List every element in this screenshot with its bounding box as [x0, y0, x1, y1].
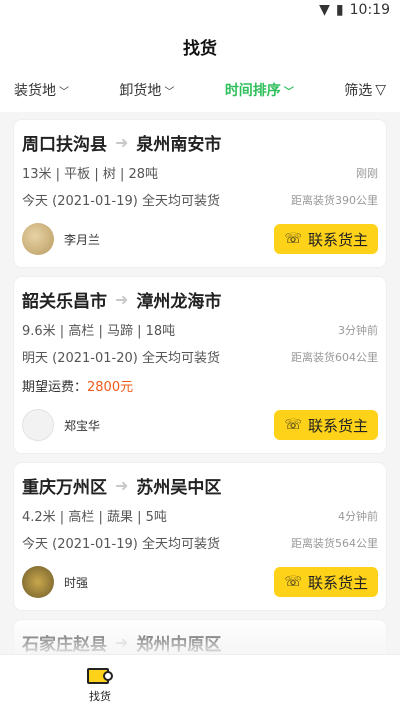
arrow-right-icon: ➜: [115, 133, 129, 152]
loading-date: 今天 (2021-01-19) 全天均可装货: [22, 194, 220, 209]
filter-loading-place[interactable]: 装货地 ﹀: [14, 80, 69, 100]
filter-bar: 装货地 ﹀ 卸货地 ﹀ 时间排序 ﹀ 筛选 ▽: [0, 68, 400, 112]
phone-icon: ☏: [284, 574, 302, 590]
find-goods-icon: [87, 664, 113, 686]
cargo-card[interactable]: 重庆万州区 ➜ 苏州吴中区 4.2米 | 高栏 | 蔬果 | 5吨 4分钟前 今…: [14, 463, 386, 610]
cargo-specs: 13米 | 平板 | 树 | 28吨: [22, 167, 159, 182]
filter-unloading-place[interactable]: 卸货地 ﹀: [119, 80, 174, 100]
destination: 漳州龙海市: [136, 292, 222, 312]
expected-freight: 期望运费：2800元: [22, 376, 378, 395]
loading-date: 今天 (2021-01-19) 全天均可装货: [22, 537, 220, 552]
time-ago: 4分钟前: [338, 509, 378, 523]
arrow-right-icon: ➜: [115, 476, 129, 495]
origin: 韶关乐昌市: [22, 292, 107, 312]
avatar: [22, 566, 54, 598]
distance: 距离装货564公里: [291, 536, 378, 550]
chevron-down-icon: ﹀: [59, 86, 69, 98]
arrow-right-icon: ➜: [115, 290, 129, 309]
avatar: [22, 409, 54, 441]
status-time: 10:19: [349, 2, 390, 18]
origin: 周口扶沟县: [22, 135, 107, 155]
distance: 距离装货604公里: [291, 350, 378, 364]
filter-screen[interactable]: 筛选 ▽: [344, 80, 386, 100]
route: 周口扶沟县 ➜ 泉州南安市: [22, 130, 378, 155]
contact-owner-button[interactable]: ☏ 联系货主: [274, 567, 378, 597]
tab-label: 找货: [89, 689, 111, 703]
cargo-specs: 9.6米 | 高栏 | 马蹄 | 18吨: [22, 324, 176, 339]
cargo-card[interactable]: 韶关乐昌市 ➜ 漳州龙海市 9.6米 | 高栏 | 马蹄 | 18吨 3分钟前 …: [14, 277, 386, 453]
phone-icon: ☏: [284, 231, 302, 247]
contact-owner-button[interactable]: ☏ 联系货主: [274, 410, 378, 440]
price-value: 2800元: [87, 380, 134, 395]
route: 重庆万州区 ➜ 苏州吴中区: [22, 473, 378, 498]
origin: 石家庄赵县: [22, 635, 107, 655]
arrow-right-icon: ➜: [115, 633, 129, 652]
tab-find-goods[interactable]: 找货: [60, 664, 140, 704]
avatar: [22, 223, 54, 255]
destination: 郑州中原区: [136, 635, 222, 655]
owner-name: 时强: [64, 575, 89, 590]
phone-icon: ☏: [284, 417, 302, 433]
route: 石家庄赵县 ➜ 郑州中原区: [22, 630, 378, 655]
contact-owner-button[interactable]: ☏ 联系货主: [274, 224, 378, 254]
filter-icon: ▽: [375, 82, 386, 98]
cargo-card[interactable]: 周口扶沟县 ➜ 泉州南安市 13米 | 平板 | 树 | 28吨 刚刚 今天 (…: [14, 120, 386, 267]
page-title: 找货: [183, 38, 217, 59]
app-header: 找货: [0, 24, 400, 68]
status-bar: ▼ ▮ 10:19: [0, 0, 400, 24]
owner-name: 郑宝华: [64, 418, 101, 433]
filter-time-sort[interactable]: 时间排序 ﹀: [225, 80, 294, 100]
owner-name: 李月兰: [64, 232, 101, 247]
chevron-down-icon: ﹀: [283, 86, 294, 98]
loading-date: 明天 (2021-01-20) 全天均可装货: [22, 351, 220, 366]
chevron-down-icon: ﹀: [164, 86, 175, 98]
time-ago: 3分钟前: [338, 323, 378, 337]
cargo-specs: 4.2米 | 高栏 | 蔬果 | 5吨: [22, 510, 167, 525]
distance: 距离装货390公里: [291, 193, 378, 207]
origin: 重庆万州区: [22, 478, 107, 498]
destination: 苏州吴中区: [136, 478, 222, 498]
time-ago: 刚刚: [356, 166, 378, 180]
cargo-list: 周口扶沟县 ➜ 泉州南安市 13米 | 平板 | 树 | 28吨 刚刚 今天 (…: [0, 112, 400, 680]
battery-icon: ▮: [335, 2, 344, 18]
wifi-icon: ▼: [319, 2, 330, 18]
route: 韶关乐昌市 ➜ 漳州龙海市: [22, 287, 378, 312]
destination: 泉州南安市: [136, 135, 222, 155]
bottom-tab-bar: 找货: [0, 654, 400, 712]
price-label: 期望运费：: [22, 380, 88, 395]
